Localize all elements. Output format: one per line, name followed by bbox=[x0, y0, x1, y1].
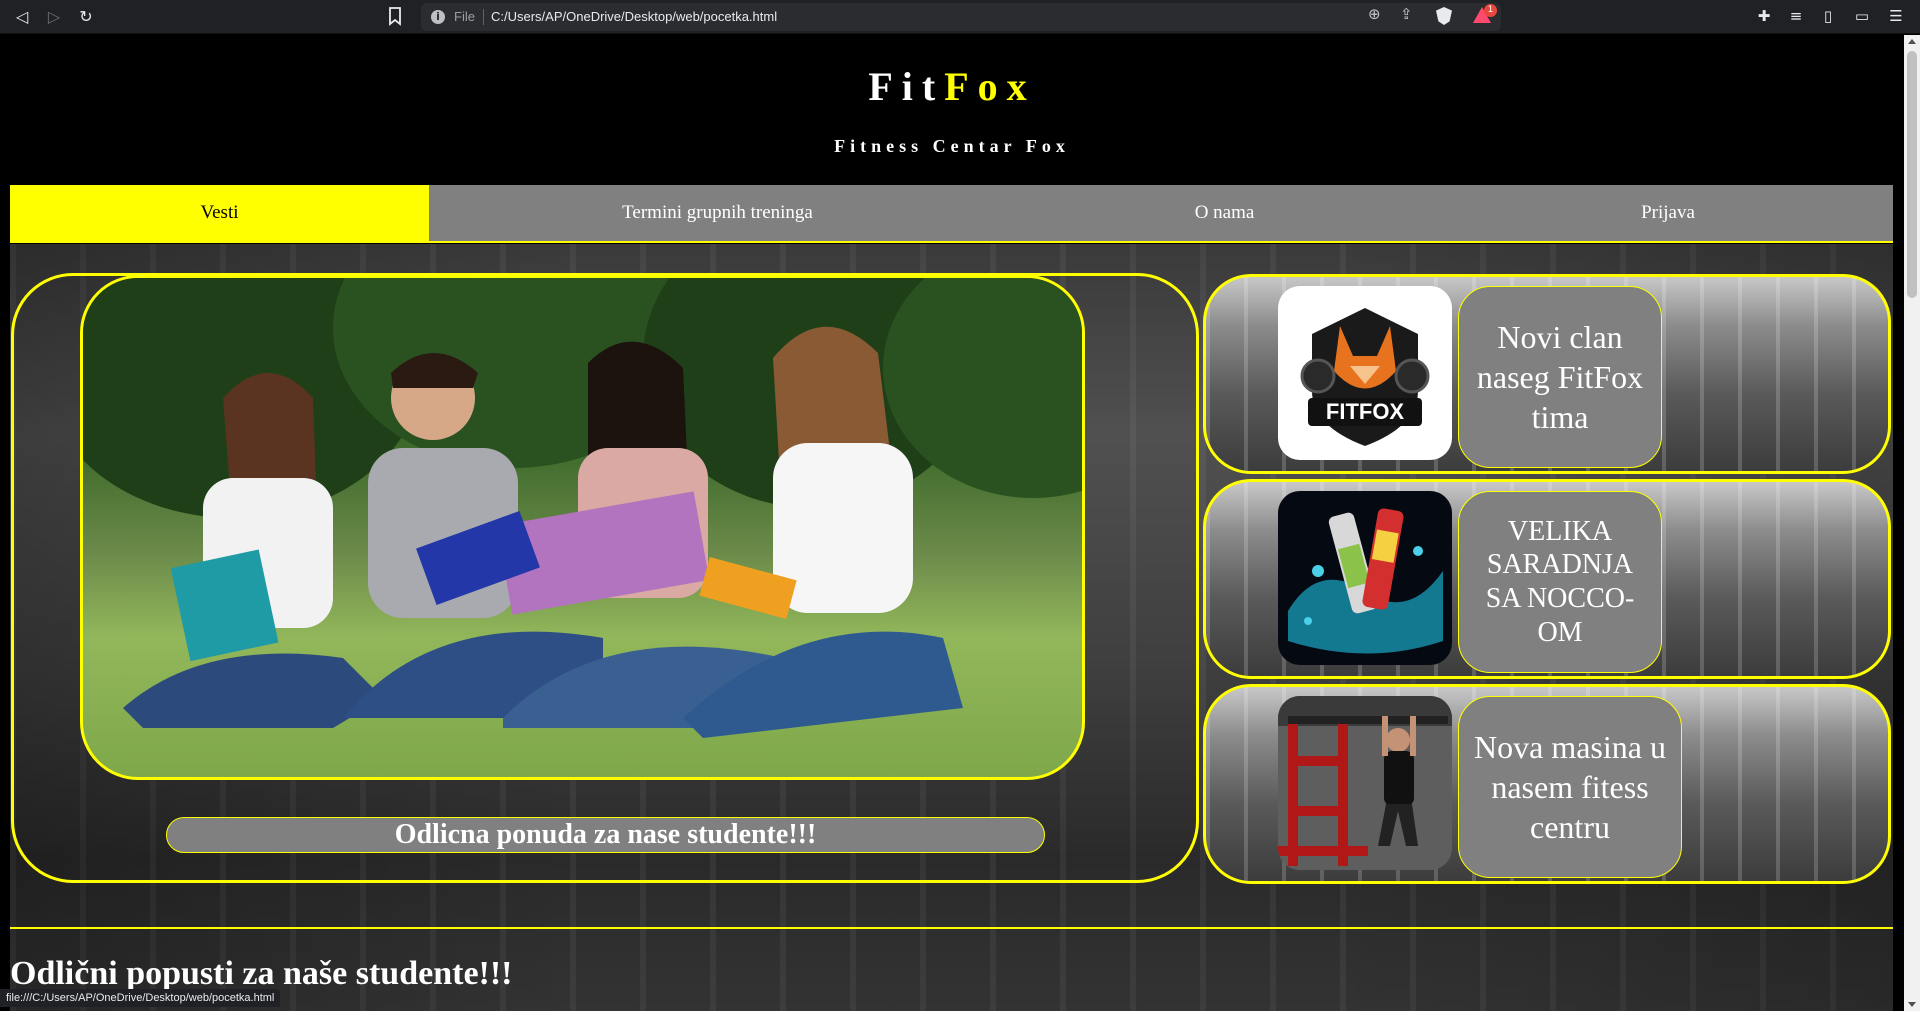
share-icon[interactable]: ⇪ bbox=[1400, 5, 1413, 23]
url-text[interactable]: C:/Users/AP/OneDrive/Desktop/web/pocetka… bbox=[491, 9, 777, 24]
status-bar-url: file:///C:/Users/AP/OneDrive/Desktop/web… bbox=[0, 989, 281, 1007]
nocco-image bbox=[1278, 491, 1452, 665]
zoom-icon[interactable]: ⊕ bbox=[1368, 5, 1381, 23]
rewards-badge: 1 bbox=[1484, 4, 1497, 17]
news-text: Novi clan naseg FitFox tima bbox=[1458, 286, 1662, 468]
sidebar-icon[interactable]: ▯ bbox=[1818, 6, 1838, 26]
fitfox-logo: FITFOX bbox=[1278, 286, 1452, 460]
browser-toolbar: ◁ ▷ ↻ i File C:/Users/AP/OneDrive/Deskto… bbox=[0, 0, 1920, 34]
fitfox-logo-text: FITFOX bbox=[1326, 399, 1405, 424]
news-card[interactable]: FITFOX Novi clan naseg FitFox tima bbox=[1203, 274, 1891, 474]
machine-image bbox=[1278, 696, 1452, 870]
students-illustration bbox=[123, 326, 963, 738]
main-nav: Vesti Termini grupnih treninga O nama Pr… bbox=[10, 185, 1893, 243]
site-title-part2: Fox bbox=[944, 64, 1036, 109]
nav-item-vesti[interactable]: Vesti bbox=[10, 185, 429, 241]
section-divider bbox=[10, 927, 1893, 929]
extensions-icon[interactable]: ✚ bbox=[1754, 6, 1774, 26]
section-heading: Odlični popusti za naše studente!!! bbox=[10, 955, 513, 992]
news-text: Nova masina u nasem fitess centru bbox=[1458, 696, 1682, 878]
address-bar[interactable]: i File C:/Users/AP/OneDrive/Desktop/web/… bbox=[421, 3, 1501, 31]
featured-caption: Odlicna ponuda za nase studente!!! bbox=[166, 817, 1045, 853]
news-text: VELIKA SARADNJA SA NOCCO-OM bbox=[1458, 491, 1662, 673]
scroll-down-icon[interactable] bbox=[1908, 1002, 1916, 1007]
students-photo bbox=[80, 275, 1085, 780]
site-title-part1: Fit bbox=[868, 64, 945, 109]
news-card[interactable]: VELIKA SARADNJA SA NOCCO-OM bbox=[1203, 479, 1891, 679]
url-separator bbox=[483, 9, 484, 25]
back-icon[interactable]: ◁ bbox=[10, 5, 34, 29]
nav-item-prijava[interactable]: Prijava bbox=[1443, 185, 1893, 241]
site-title: FitFox bbox=[0, 63, 1904, 110]
site-subtitle: Fitness Centar Fox bbox=[834, 136, 1070, 156]
wallet-icon[interactable]: ▭ bbox=[1852, 6, 1872, 26]
scroll-up-icon[interactable] bbox=[1908, 39, 1916, 44]
page-viewport: FitFox Fitness Centar Fox Vesti Termini … bbox=[0, 35, 1904, 1011]
nav-item-termini[interactable]: Termini grupnih treninga bbox=[429, 185, 1006, 241]
bookmark-icon[interactable] bbox=[388, 6, 402, 26]
reload-icon[interactable]: ↻ bbox=[74, 5, 98, 29]
news-card[interactable]: Nova masina u nasem fitess centru bbox=[1203, 684, 1891, 884]
playlist-icon[interactable]: ≡ bbox=[1786, 6, 1806, 26]
page-scrollbar[interactable] bbox=[1904, 35, 1920, 1011]
scrollbar-thumb[interactable] bbox=[1907, 51, 1917, 298]
forward-icon[interactable]: ▷ bbox=[42, 5, 66, 29]
nav-item-o-nama[interactable]: O nama bbox=[1006, 185, 1443, 241]
url-scheme-label: File bbox=[454, 9, 475, 24]
site-info-icon[interactable]: i bbox=[431, 10, 445, 24]
menu-icon[interactable]: ☰ bbox=[1886, 6, 1906, 26]
